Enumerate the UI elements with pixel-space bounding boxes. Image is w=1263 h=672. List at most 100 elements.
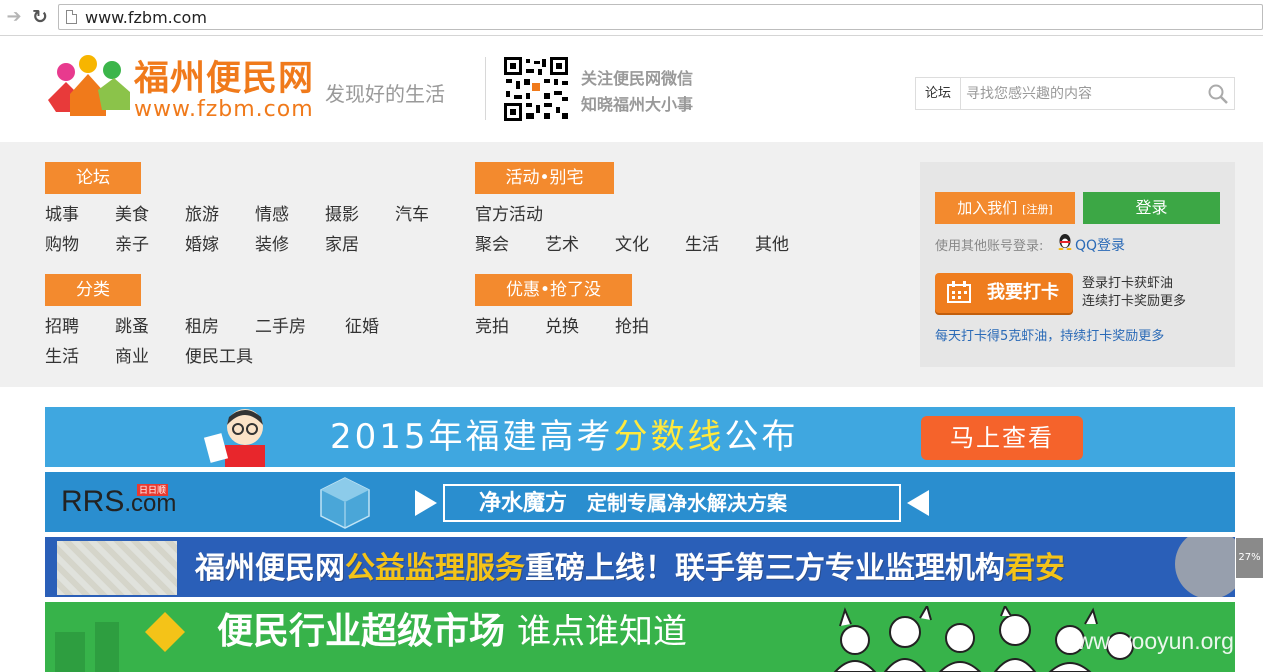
nav-link[interactable]: 聚会 (475, 235, 509, 255)
super-market-headline: 便民行业超级市场 谁点谁知道 (217, 610, 687, 654)
supervision-text-highlight2: 君安 (1005, 551, 1065, 586)
search-box: 论坛 (915, 77, 1235, 110)
nav-heading-deals[interactable]: 优惠•抢了没 (475, 274, 632, 306)
nav-heading-forum[interactable]: 论坛 (45, 162, 141, 194)
nav-link[interactable]: 亲子 (115, 235, 149, 255)
nav-link[interactable]: 家居 (325, 235, 359, 255)
nav-link[interactable]: 抢拍 (615, 317, 649, 337)
site-header: 福州便民网 www.fzbm.com 发现好的生活 关注便民网微信 知晓福州大小… (0, 37, 1263, 142)
gaokao-text-post: 公布 (724, 417, 799, 457)
nav-link[interactable]: 文化 (615, 235, 649, 255)
join-label: 加入我们 (957, 199, 1018, 217)
nav-heading-activity[interactable]: 活动•别宅 (475, 162, 614, 194)
join-register-button[interactable]: 加入我们 [注册] (935, 192, 1075, 224)
address-bar[interactable]: www.fzbm.com (58, 4, 1263, 30)
building-decoration (55, 612, 185, 672)
supervision-text-pre: 福州便民网 (195, 551, 345, 586)
supervision-text-highlight1: 公益监理服务 (345, 551, 525, 586)
nav-link[interactable]: 购物 (45, 235, 79, 255)
nav-link[interactable]: 竞拍 (475, 317, 509, 337)
header-divider (485, 57, 486, 120)
search-input[interactable] (962, 78, 1202, 109)
nav-link[interactable]: 美食 (115, 205, 149, 225)
watermark-text: www.wooyun.org (1060, 628, 1234, 654)
water-cube-icon (320, 477, 370, 529)
nav-heading-category[interactable]: 分类 (45, 274, 141, 306)
logo-figures-icon[interactable] (44, 54, 132, 120)
search-icon[interactable] (1208, 84, 1228, 104)
nav-link[interactable]: 商业 (115, 347, 149, 367)
gaokao-headline: 2015年福建高考分数线公布 (330, 417, 799, 457)
nav-link[interactable]: 跳蚤 (115, 317, 149, 337)
nav-link[interactable]: 艺术 (545, 235, 579, 255)
qr-code-icon (504, 57, 568, 121)
rrs-logo-tag: 日日顺 (137, 484, 169, 496)
nav-link[interactable]: 二手房 (255, 317, 306, 337)
checkin-note: 每天打卡得5克虾油，持续打卡奖励更多 (935, 329, 1165, 344)
checkin-label: 我要打卡 (987, 282, 1059, 303)
nav-link[interactable]: 生活 (45, 347, 79, 367)
rrs-logo: RRS.com 日日顺 (61, 484, 176, 520)
wechat-promo: 关注便民网微信 知晓福州大小事 (581, 66, 693, 118)
nav-link[interactable]: 其他 (755, 235, 789, 255)
browser-toolbar: ➔ ↻ www.fzbm.com (0, 0, 1263, 36)
register-label: [注册] (1022, 203, 1053, 216)
water-cube-subtitle: 定制专属净水解决方案 (587, 491, 788, 515)
super-market-subtitle: 谁点谁知道 (517, 612, 688, 652)
nav-link[interactable]: 兑换 (545, 317, 579, 337)
login-panel: 加入我们 [注册] 登录 使用其他账号登录: QQ登录 我要打卡 登录打卡获虾油… (920, 162, 1235, 367)
reload-icon[interactable]: ↻ (30, 6, 50, 28)
nav-link[interactable]: 摄影 (325, 205, 359, 225)
paper-decoration (57, 541, 177, 595)
nav-link[interactable]: 租房 (185, 317, 219, 337)
category-nav-panel: 论坛 城事 美食 旅游 情感 摄影 汽车 购物 亲子 婚嫁 装修 家居 活动•别… (0, 142, 1263, 387)
nav-link[interactable]: 征婚 (345, 317, 379, 337)
calendar-icon (947, 281, 971, 303)
supervision-headline: 福州便民网公益监理服务重磅上线！联手第三方专业监理机构君安 (195, 549, 1065, 589)
rrs-logo-text: RRS (61, 485, 125, 518)
side-percent-widget[interactable]: 27% (1236, 538, 1263, 578)
tagline: 发现好的生活 (325, 82, 445, 106)
water-cube-frame: 净水魔方 定制专属净水解决方案 (443, 484, 901, 522)
nav-link[interactable]: 旅游 (185, 205, 219, 225)
url-text[interactable]: www.fzbm.com (85, 8, 207, 27)
nav-link[interactable]: 城事 (45, 205, 79, 225)
checkin-description: 登录打卡获虾油 连续打卡奖励更多 (1082, 275, 1186, 311)
frame-right-arrow (907, 490, 929, 516)
water-cube-title: 净水魔方 (479, 491, 568, 516)
checkin-desc-line1: 登录打卡获虾油 (1082, 276, 1174, 291)
nav-link[interactable]: 情感 (255, 205, 289, 225)
frame-left-arrow (415, 490, 437, 516)
nav-link[interactable]: 生活 (685, 235, 719, 255)
banner-super-market[interactable]: 便民行业超级市场 谁点谁知道 (45, 602, 1235, 672)
nav-link[interactable]: 装修 (255, 235, 289, 255)
wechat-line1: 关注便民网微信 (581, 69, 694, 88)
checkin-button[interactable]: 我要打卡 (935, 273, 1073, 313)
other-login-label: 使用其他账号登录: (935, 239, 1044, 254)
banner-rrs-water[interactable]: RRS.com 日日顺 净水魔方 定制专属净水解决方案 (45, 472, 1235, 532)
nav-link[interactable]: 便民工具 (185, 347, 253, 367)
gaokao-text-mid: 高考 (539, 417, 614, 457)
back-arrow-icon[interactable]: ➔ (4, 6, 24, 28)
gaokao-text-highlight: 分数线 (613, 417, 725, 457)
page-icon (66, 10, 77, 24)
checkin-desc-line2: 连续打卡奖励更多 (1082, 294, 1187, 309)
search-category-select[interactable]: 论坛 (916, 78, 961, 109)
wechat-line2: 知晓福州大小事 (581, 95, 694, 114)
supervision-text-mid: 重磅上线！联手第三方专业监理机构 (525, 551, 1005, 586)
student-avatar-icon (203, 409, 265, 467)
super-market-title: 便民行业超级市场 (217, 611, 506, 652)
login-button[interactable]: 登录 (1083, 192, 1220, 224)
banner-supervision[interactable]: 福州便民网公益监理服务重磅上线！联手第三方专业监理机构君安 (45, 537, 1235, 597)
qq-login-link[interactable]: QQ登录 (1075, 235, 1125, 255)
nav-link[interactable]: 招聘 (45, 317, 79, 337)
banner-gaokao[interactable]: 2015年福建高考分数线公布 马上查看 (45, 407, 1235, 467)
nav-link[interactable]: 婚嫁 (185, 235, 219, 255)
bubble-decoration (1175, 537, 1235, 597)
qq-penguin-icon[interactable] (1058, 233, 1072, 250)
logo-url[interactable]: www.fzbm.com (134, 98, 314, 122)
nav-link[interactable]: 官方活动 (475, 205, 543, 225)
logo-title[interactable]: 福州便民网 (134, 59, 314, 99)
nav-link[interactable]: 汽车 (395, 205, 429, 225)
view-now-button[interactable]: 马上查看 (921, 416, 1083, 460)
